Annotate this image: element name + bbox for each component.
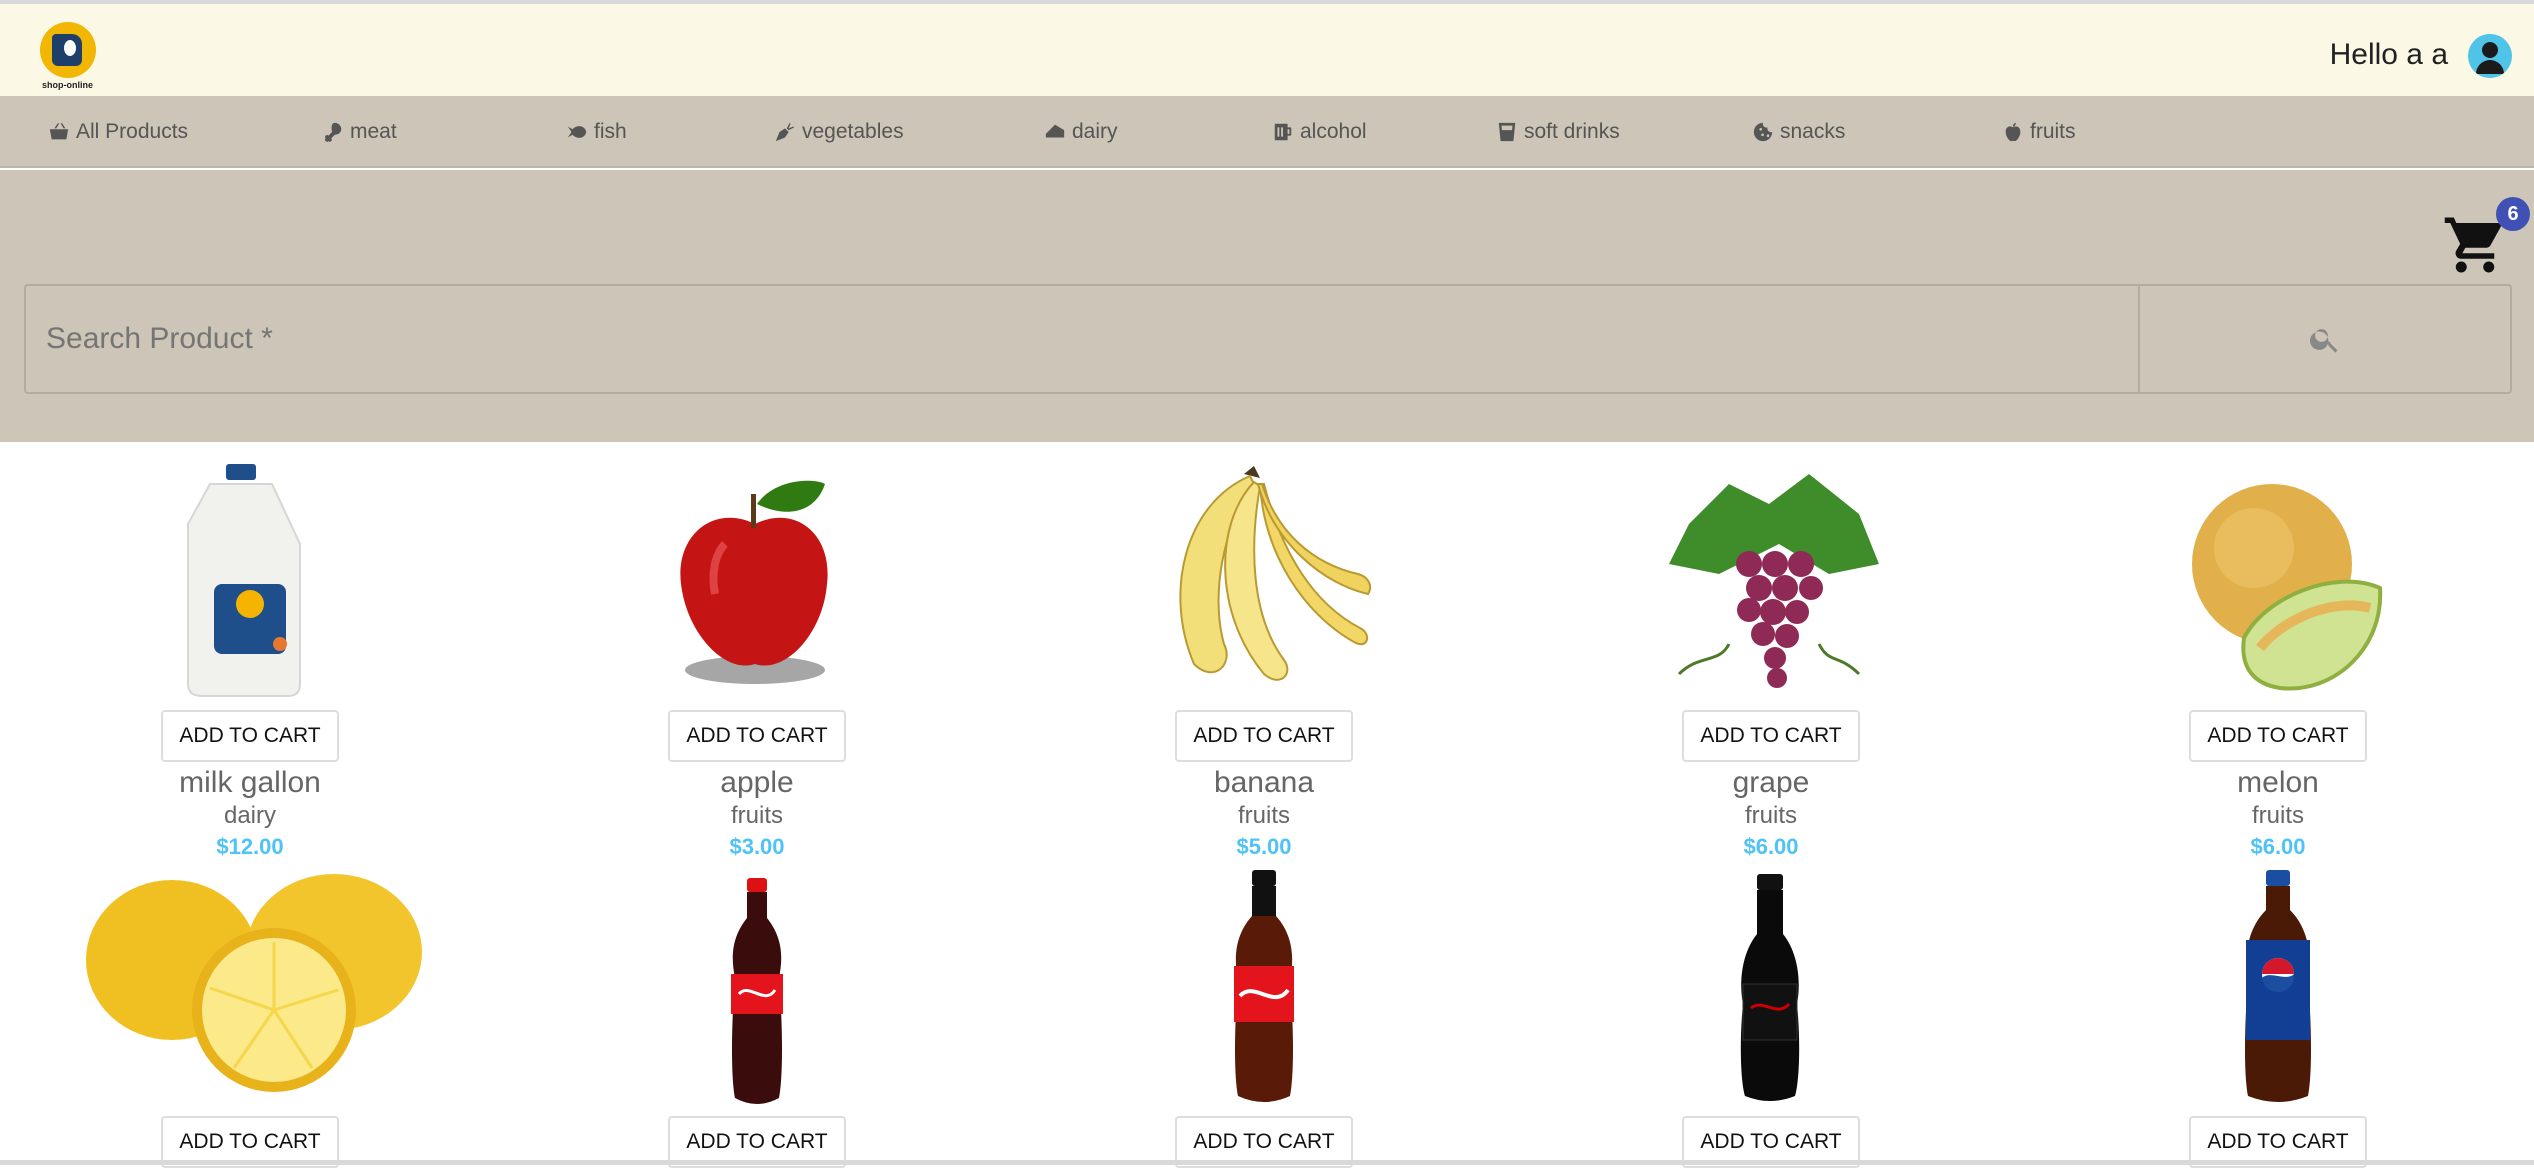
add-to-cart-button[interactable]: ADD TO CART <box>668 710 846 762</box>
nav-label: dairy <box>1072 120 1118 143</box>
product-name: apple <box>720 766 794 799</box>
glass-icon <box>1498 122 1516 142</box>
nav-label: All Products <box>76 120 189 143</box>
product-name: milk gallon <box>179 766 321 799</box>
nav-label: soft drinks <box>1524 120 1620 143</box>
product-image[interactable] <box>2098 464 2458 710</box>
product-category: fruits <box>1744 802 1797 829</box>
product-category: dairy <box>223 802 277 829</box>
add-to-cart-button[interactable]: ADD TO CART <box>161 710 339 762</box>
nav-item-meat[interactable]: meat <box>322 96 397 168</box>
product-image[interactable] <box>2098 870 2458 1116</box>
product-card: ADD TO CART <box>1084 870 1444 1168</box>
cheese-icon <box>1045 124 1065 138</box>
product-card: ADD TO CART <box>2098 870 2458 1168</box>
nav-item-soft-drinks[interactable]: soft drinks <box>1496 96 1620 168</box>
beer-icon <box>1274 123 1292 141</box>
product-name: melon <box>2237 766 2319 799</box>
product-category: fruits <box>2251 802 2304 829</box>
add-to-cart-button[interactable]: ADD TO CART <box>1682 710 1860 762</box>
search-input[interactable] <box>26 286 2138 392</box>
product-card: ADD TO CART milk gallon dairy $12.00 <box>70 464 430 860</box>
product-image[interactable] <box>1591 464 1951 710</box>
add-to-cart-button[interactable]: ADD TO CART <box>1175 710 1353 762</box>
carrot-icon <box>775 122 795 142</box>
nav-item-alcohol[interactable]: alcohol <box>1272 96 1367 168</box>
nav-item-vegetables[interactable]: vegetables <box>774 96 904 168</box>
user-avatar-icon[interactable] <box>2468 34 2512 78</box>
logo[interactable]: shop-online <box>38 20 100 94</box>
search-field[interactable] <box>24 284 2140 394</box>
category-nav: All Products meat fish vegetables dairy … <box>0 96 2534 168</box>
search-underbar <box>24 394 2512 442</box>
product-price: $6.00 <box>1743 834 1799 859</box>
greeting: Hello a a <box>2329 38 2448 71</box>
apple-icon <box>2005 122 2021 142</box>
product-image[interactable] <box>577 870 937 1116</box>
product-image[interactable] <box>1084 464 1444 710</box>
logo-text: shop-online <box>42 80 93 90</box>
basket-icon <box>49 122 69 140</box>
product-image[interactable] <box>70 464 430 710</box>
product-image[interactable] <box>1591 870 1951 1116</box>
cart-count-badge: 6 <box>2496 197 2530 231</box>
nav-label: fruits <box>2030 120 2076 143</box>
logo-mark <box>64 40 76 56</box>
product-category: fruits <box>730 802 783 829</box>
nav-label: vegetables <box>802 120 904 143</box>
product-card: ADD TO CART grape fruits $6.00 <box>1591 464 1951 860</box>
nav-item-dairy[interactable]: dairy <box>1044 96 1118 168</box>
add-to-cart-button[interactable]: ADD TO CART <box>2189 710 2367 762</box>
search-button[interactable] <box>2140 284 2512 394</box>
product-card: ADD TO CART banana fruits $5.00 <box>1084 464 1444 860</box>
fish-icon <box>567 126 587 138</box>
nav-label: meat <box>350 120 397 143</box>
nav-label: fish <box>594 120 627 143</box>
product-price: $5.00 <box>1236 834 1292 859</box>
product-name: grape <box>1732 766 1810 799</box>
product-card: ADD TO CART melon fruits $6.00 <box>2098 464 2458 860</box>
product-price: $12.00 <box>216 834 284 859</box>
product-category: fruits <box>1237 802 1290 829</box>
nav-label: alcohol <box>1300 120 1367 143</box>
cookie-icon <box>1753 122 1773 142</box>
nav-label: snacks <box>1780 120 1846 143</box>
nav-item-all-products[interactable]: All Products <box>48 96 188 168</box>
nav-item-snacks[interactable]: snacks <box>1752 96 1845 168</box>
product-price: $3.00 <box>729 834 785 859</box>
product-price: $6.00 <box>2250 834 2306 859</box>
nav-item-fish[interactable]: fish <box>566 96 627 168</box>
product-card: ADD TO CART apple fruits $3.00 <box>577 464 937 860</box>
product-image[interactable] <box>70 870 430 1116</box>
product-card: ADD TO CART <box>70 870 430 1168</box>
product-image[interactable] <box>577 464 937 710</box>
search-icon <box>2310 329 2338 353</box>
product-image[interactable] <box>1084 870 1444 1116</box>
drumstick-icon <box>325 122 342 142</box>
bottom-border <box>0 1160 2534 1165</box>
product-name: banana <box>1213 766 1315 799</box>
product-card: ADD TO CART <box>577 870 937 1168</box>
product-card: ADD TO CART <box>1591 870 1951 1168</box>
header: shop-online Hello a a <box>0 4 2534 96</box>
nav-item-fruits[interactable]: fruits <box>2002 96 2076 168</box>
